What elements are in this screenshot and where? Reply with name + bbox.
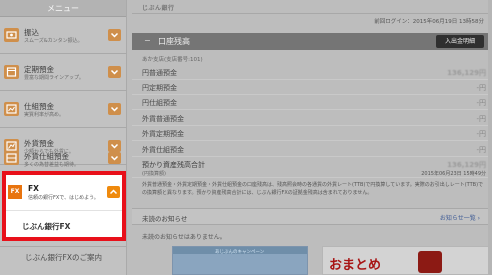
chevron-down-icon[interactable]	[108, 103, 121, 115]
foreign-structured-icon	[4, 151, 19, 165]
menu-header: メニュー	[0, 0, 126, 17]
time-deposit-icon	[4, 65, 19, 79]
last-login: 前回ログイン：2015年06月19日 13時58分	[374, 19, 484, 25]
collapse-icon[interactable]: −	[144, 36, 151, 45]
balance-row: 円仕組預金 -円	[132, 95, 492, 110]
total-date: 2015年06月23日 15時49分	[421, 171, 486, 177]
fx-menu-panel: FX FX 信頼の銀行FXで、はじめよう。 じぶん銀行FX	[2, 171, 126, 241]
main-content: じぶん銀行 前回ログイン：2015年06月19日 13時58分 − 口座残高 入…	[132, 0, 492, 275]
balance-row: 外貨仕組預金 -円	[132, 142, 492, 157]
fx-subtitle: 信頼の銀行FXで、はじめよう。	[28, 195, 99, 201]
total-sublabel: (円換算額)	[142, 171, 166, 177]
structured-deposit-icon	[4, 102, 19, 116]
balance-label: 外貨仕組預金	[142, 146, 184, 154]
scrollbar[interactable]	[488, 0, 492, 275]
sidebar-item-foreign-structured[interactable]: 外貨仕組預金 多くの為替差益も期待。	[0, 148, 127, 171]
sidebar-menu: メニュー 振込 スムーズ&カンタン振込。 定期預金 豊富な期間ラインアップ。 仕…	[0, 0, 127, 275]
balance-row: 円定期預金 -円	[132, 80, 492, 95]
sidebar-item-subtitle: 多くの為替差益も期待。	[24, 162, 80, 168]
balance-label: 外貨定期預金	[142, 130, 184, 138]
fx-guide-link[interactable]: じぶん銀行FXのご案内	[0, 246, 127, 268]
balance-row: 外貨定期預金 -円	[132, 126, 492, 141]
sidebar-item-subtitle: 豊富な期間ラインアップ。	[24, 75, 84, 81]
sidebar-item-fx[interactable]: FX FX 信頼の銀行FXで、はじめよう。	[6, 175, 122, 211]
transaction-history-button[interactable]: 入出金明細	[436, 35, 484, 48]
fx-link[interactable]: じぶん銀行FX	[22, 221, 70, 232]
campaign-banner[interactable]: あじぶんのキャンペーン	[172, 246, 308, 275]
balance-value: -円	[476, 84, 486, 92]
sidebar-item-subtitle: 実質利率が高め。	[24, 112, 65, 118]
balance-label: 円普通預金	[142, 69, 177, 77]
chevron-down-icon[interactable]	[108, 29, 121, 41]
chevron-up-icon[interactable]	[107, 186, 120, 198]
top-bar: じぶん銀行	[132, 0, 492, 14]
balance-value: -円	[476, 99, 486, 107]
sidebar-item-time-deposit[interactable]: 定期預金 豊富な期間ラインアップ。	[0, 55, 127, 91]
transfer-icon	[4, 28, 19, 42]
balance-panel-title: 口座残高	[158, 37, 190, 46]
notices-title: 未読のお知らせ	[142, 215, 188, 223]
balance-row: 円普通預金 136,129円	[132, 65, 492, 80]
balance-note: 外貨普通預金・外貨定期預金・外貨仕組預金の口座残高は、残高照会時の各通貨の外貨レ…	[142, 182, 484, 196]
balance-label: 外貨普通預金	[142, 115, 184, 123]
banner-text: おまとめ	[329, 258, 382, 273]
banner-badge-icon	[418, 251, 442, 273]
sidebar-item-transfer[interactable]: 振込 スムーズ&カンタン振込。	[0, 18, 127, 54]
sidebar-item-subtitle: スムーズ&カンタン振込。	[24, 38, 83, 44]
account-branch: あか支店(支店番号:101)	[142, 57, 203, 63]
chevron-down-icon[interactable]	[108, 66, 121, 78]
balance-label: 円定期預金	[142, 84, 177, 92]
balance-panel-header: − 口座残高 入出金明細	[132, 33, 492, 50]
fx-title: FX	[28, 184, 39, 193]
brand-logo: じぶん銀行	[142, 5, 175, 12]
balance-value: -円	[476, 115, 486, 123]
balance-value: -円	[476, 146, 486, 154]
notices-list-link[interactable]: お知らせ一覧 ›	[440, 213, 480, 222]
omatome-banner[interactable]: おまとめ	[322, 246, 492, 275]
total-label: 預かり資産残高合計	[142, 161, 205, 169]
fx-icon: FX	[8, 185, 22, 199]
balance-value: 136,129円	[447, 69, 486, 77]
total-balance-row: 預かり資産残高合計 (円換算額) 136,129円 2015年06月23日 15…	[132, 158, 492, 178]
balance-label: 円仕組預金	[142, 99, 177, 107]
balance-value: -円	[476, 130, 486, 138]
notices-empty-message: 未読のお知らせはありません。	[142, 234, 226, 241]
notices-header: 未読のお知らせ お知らせ一覧 ›	[132, 208, 492, 225]
total-value: 136,129円	[447, 161, 486, 169]
banner-tag: あじぶんのキャンペーン	[215, 250, 265, 255]
chevron-down-icon[interactable]	[108, 152, 121, 164]
balance-row: 外貨普通預金 -円	[132, 111, 492, 126]
sidebar-item-structured-deposit[interactable]: 仕組預金 実質利率が高め。	[0, 92, 127, 128]
